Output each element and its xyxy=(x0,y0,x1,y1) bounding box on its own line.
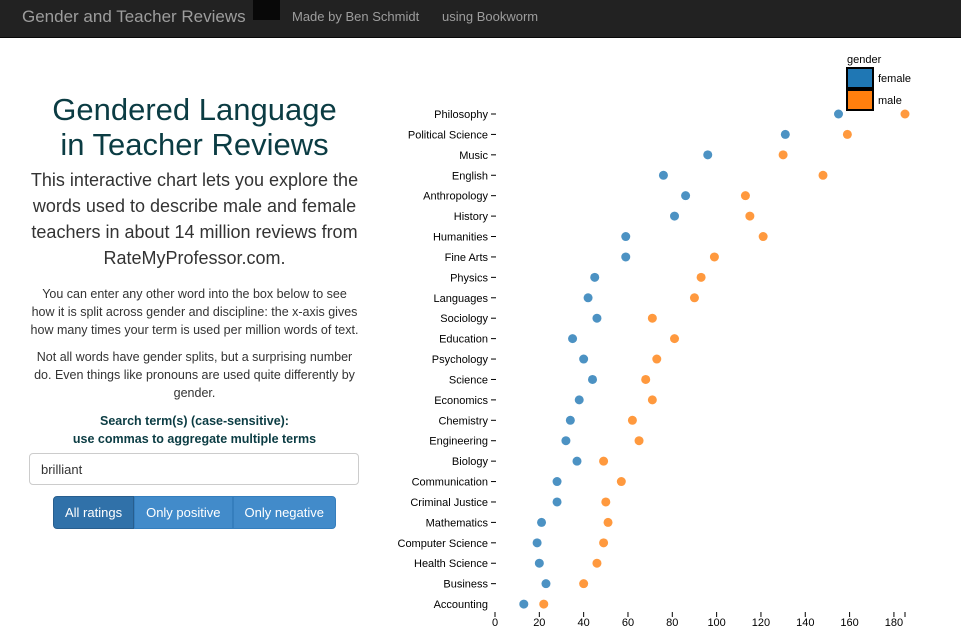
dot-male xyxy=(689,293,699,303)
dot-male xyxy=(758,232,768,242)
y-tick-label: Physics xyxy=(450,272,488,284)
y-tick-label: Sociology xyxy=(440,313,488,325)
x-tick-label: 120 xyxy=(752,617,770,629)
x-tick-label: 140 xyxy=(796,617,814,629)
dot-male xyxy=(745,211,755,221)
y-tick-label: Psychology xyxy=(432,354,489,366)
dot-male xyxy=(670,334,680,344)
dot-female xyxy=(621,232,631,242)
dot-female xyxy=(541,579,551,589)
dot-female xyxy=(552,477,562,487)
dot-female xyxy=(532,538,542,548)
y-tick-label: Philosophy xyxy=(434,109,488,121)
y-tick-label: Criminal Justice xyxy=(410,497,488,509)
dot-male xyxy=(709,252,719,262)
dot-female xyxy=(565,415,575,425)
dot-female xyxy=(621,252,631,262)
x-tick-label: 0 xyxy=(492,617,498,629)
dot-female xyxy=(537,517,547,527)
y-tick-label: Science xyxy=(449,374,488,386)
x-tick-label: 180 xyxy=(885,617,903,629)
dot-male xyxy=(599,538,609,548)
x-tick-label: 80 xyxy=(666,617,678,629)
y-tick-label: Engineering xyxy=(429,436,488,448)
dot-female xyxy=(658,170,668,180)
x-tick-label: 160 xyxy=(840,617,858,629)
dot-female xyxy=(588,374,598,384)
dot-female xyxy=(780,129,790,139)
y-tick-label: English xyxy=(452,170,488,182)
x-tick-label: 100 xyxy=(707,617,725,629)
y-tick-label: History xyxy=(454,211,489,223)
dot-male xyxy=(696,272,706,282)
dot-female xyxy=(534,558,544,568)
y-tick-label: Fine Arts xyxy=(445,252,489,264)
dot-male xyxy=(627,415,637,425)
y-tick-label: Music xyxy=(459,150,488,162)
dot-male xyxy=(641,374,651,384)
x-tick-label: 20 xyxy=(533,617,545,629)
y-tick-label: Communication xyxy=(412,477,488,489)
dot-chart: Philosophy Political Science Music English A… xyxy=(398,54,912,629)
dot-male xyxy=(842,129,852,139)
dot-female xyxy=(568,334,578,344)
dot-male xyxy=(900,109,910,119)
dot-female xyxy=(579,354,589,364)
legend-label-male: male xyxy=(878,95,902,107)
dot-male xyxy=(652,354,662,364)
y-tick-label: Languages xyxy=(434,293,489,305)
y-tick-label: Humanities xyxy=(433,232,489,244)
dot-male xyxy=(601,497,611,507)
x-tick-label: 60 xyxy=(622,617,634,629)
dot-male xyxy=(579,579,589,589)
legend-title: gender xyxy=(847,54,882,66)
dot-male xyxy=(592,558,602,568)
y-tick-label: Accounting xyxy=(434,599,488,611)
legend-swatch-male xyxy=(846,89,874,111)
y-tick-label: Computer Science xyxy=(398,538,489,550)
dot-male xyxy=(647,313,657,323)
y-tick-label: Mathematics xyxy=(426,517,489,529)
dot-female xyxy=(834,109,844,119)
dot-female xyxy=(703,150,713,160)
y-tick-label: Business xyxy=(443,579,488,591)
y-tick-label: Anthropology xyxy=(423,191,488,203)
dot-female xyxy=(583,293,593,303)
y-tick-label: Chemistry xyxy=(438,415,488,427)
dot-female xyxy=(592,313,602,323)
y-tick-label: Biology xyxy=(452,456,489,468)
dot-female xyxy=(590,272,600,282)
y-tick-label: Economics xyxy=(434,395,488,407)
dot-female xyxy=(561,436,571,446)
y-tick-label: Health Science xyxy=(414,558,488,570)
dot-male xyxy=(616,477,626,487)
dot-male xyxy=(778,150,788,160)
legend-swatch-female xyxy=(846,67,874,89)
legend-label-female: female xyxy=(878,73,911,85)
dot-female xyxy=(552,497,562,507)
dot-male xyxy=(818,170,828,180)
dot-female xyxy=(681,191,691,201)
dot-male xyxy=(634,436,644,446)
dot-female xyxy=(670,211,680,221)
y-tick-label: Education xyxy=(439,334,488,346)
dot-female xyxy=(519,599,529,609)
y-tick-label: Political Science xyxy=(408,129,488,141)
dot-female xyxy=(572,456,582,466)
dot-female xyxy=(574,395,584,405)
x-tick-label: 40 xyxy=(578,617,590,629)
dot-male xyxy=(599,456,609,466)
dot-male xyxy=(740,191,750,201)
dot-male xyxy=(647,395,657,405)
dot-male xyxy=(603,517,613,527)
dot-male xyxy=(539,599,549,609)
